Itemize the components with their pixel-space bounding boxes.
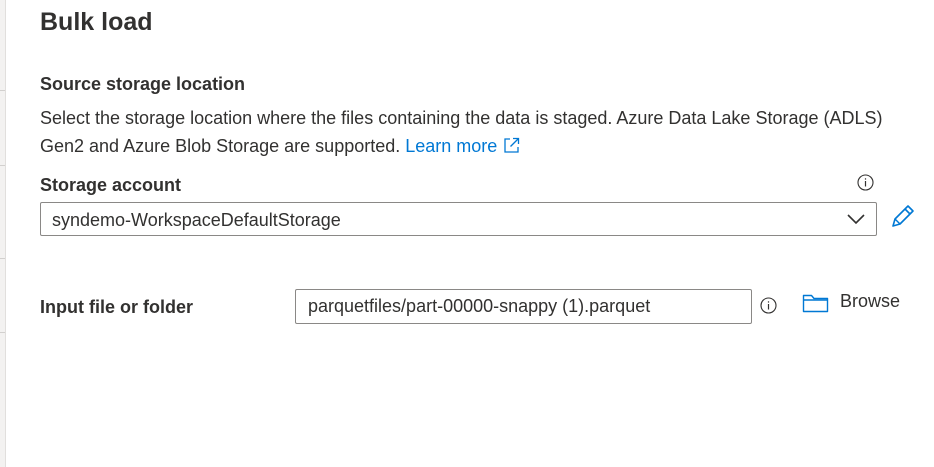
nav-divider	[0, 258, 5, 259]
panel-title: Bulk load	[40, 8, 153, 36]
storage-account-label: Storage account	[40, 175, 182, 195]
learn-more-link[interactable]: Learn more	[405, 136, 520, 156]
info-icon[interactable]	[760, 297, 777, 314]
chevron-down-icon	[847, 214, 865, 225]
learn-more-label: Learn more	[405, 136, 498, 156]
left-nav-edge	[0, 0, 6, 467]
browse-label: Browse	[840, 291, 901, 311]
section-description: Select the storage location where the fi…	[40, 104, 890, 160]
edit-icon[interactable]	[889, 202, 917, 230]
folder-icon	[802, 294, 829, 313]
nav-divider	[0, 165, 5, 166]
input-file-field[interactable]	[295, 289, 752, 324]
info-icon[interactable]	[857, 174, 874, 191]
storage-account-selected: syndemo-WorkspaceDefaultStorage	[52, 210, 341, 230]
input-file-label: Input file or folder	[40, 297, 193, 317]
external-link-icon	[504, 137, 520, 153]
nav-divider	[0, 332, 5, 333]
section-title: Source storage location	[40, 74, 246, 94]
nav-divider	[0, 90, 5, 91]
storage-account-dropdown[interactable]: syndemo-WorkspaceDefaultStorage	[40, 202, 877, 236]
